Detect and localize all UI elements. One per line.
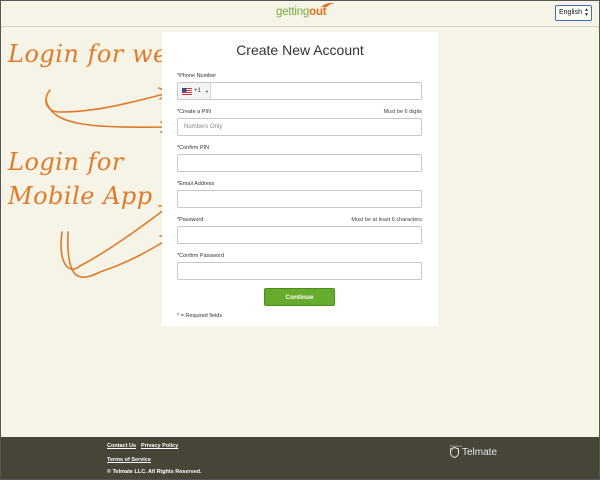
password-hint: Must be at least 6 characters — [351, 217, 422, 223]
create-pin-hint: Must be 6 digits — [383, 109, 422, 115]
copyright-text: © Telmate LLC. All Rights Reserved. — [107, 469, 202, 475]
contact-us-link[interactable]: Contact Us — [107, 443, 136, 449]
country-code-select[interactable]: +1 ▼ — [178, 83, 211, 99]
logo-text-getting: getting — [276, 6, 310, 18]
shield-icon — [450, 447, 459, 458]
create-pin-label: *Create a PIN — [177, 109, 211, 115]
gettingout-logo[interactable]: gettingout — [276, 2, 335, 22]
email-address-field[interactable] — [177, 190, 422, 208]
annotation-login-mobile-line1: Login for — [8, 148, 124, 176]
arrow-to-password — [67, 231, 171, 279]
page-title: Create New Account — [236, 42, 364, 58]
email-address-label: *Email Address — [177, 181, 215, 187]
language-select-value: English — [559, 9, 582, 16]
terms-of-service-link[interactable]: Terms of Service — [107, 457, 151, 463]
footer: Contact Us Privacy Policy Terms of Servi… — [0, 437, 600, 480]
select-arrows-icon: ▲ ▼ — [584, 7, 589, 18]
annotation-login-mobile-line2: Mobile App — [8, 182, 153, 210]
confirm-pin-field[interactable] — [177, 154, 422, 172]
arrow-to-email — [60, 205, 170, 270]
us-flag-icon — [182, 88, 192, 95]
annotation-login-web: Login for web — [8, 40, 184, 68]
confirm-password-field[interactable] — [177, 262, 422, 280]
arrow-to-pin — [45, 99, 171, 128]
required-fields-note: * = Required fields — [177, 313, 223, 319]
bird-icon — [321, 2, 335, 7]
country-dial-code: +1 — [194, 88, 201, 94]
chevron-down-icon: ▼ — [205, 89, 209, 94]
confirm-pin-label: *Confirm PIN — [177, 145, 210, 151]
password-label: *Password — [177, 217, 204, 223]
create-pin-field[interactable]: Numbers Only — [177, 118, 422, 136]
confirm-password-label: *Confirm Password — [177, 253, 225, 259]
phone-number-field[interactable]: +1 ▼ — [177, 82, 422, 100]
continue-button[interactable]: Continue — [264, 288, 335, 306]
telmate-brand-text: Telmate — [462, 447, 498, 458]
phone-number-label: *Phone Number — [177, 73, 217, 79]
top-bar: gettingout English ▲ ▼ — [0, 0, 600, 27]
arrow-to-phone — [45, 89, 169, 113]
language-select[interactable]: English ▲ ▼ — [555, 5, 592, 21]
password-field[interactable] — [177, 226, 422, 244]
create-account-card: Create New Account *Phone Number +1 ▼ *C… — [162, 32, 438, 326]
create-pin-placeholder: Numbers Only — [184, 124, 223, 130]
privacy-policy-link[interactable]: Privacy Policy — [141, 443, 178, 449]
